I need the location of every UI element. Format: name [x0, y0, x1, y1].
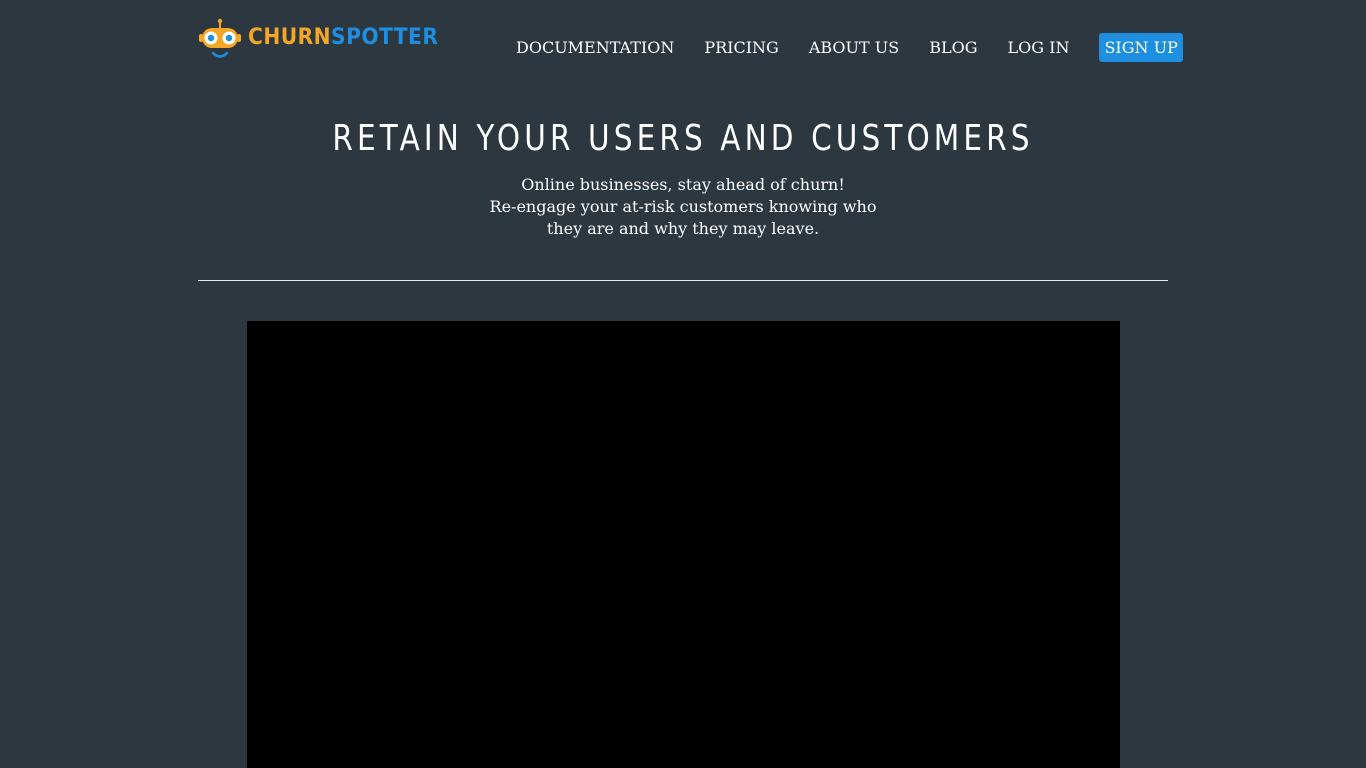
logo-wordmark: CHURNSPOTTER — [248, 25, 438, 50]
hero-subtitle-line: Online businesses, stay ahead of churn! — [521, 175, 845, 194]
sign-up-button[interactable]: SIGN UP — [1099, 33, 1183, 62]
hero-subtitle: Online businesses, stay ahead of churn! … — [0, 174, 1366, 240]
nav-documentation-link[interactable]: DOCUMENTATION — [516, 38, 674, 57]
nav-about-us-link[interactable]: ABOUT US — [809, 38, 899, 57]
section-divider — [198, 280, 1168, 281]
hero-subtitle-line: Re-engage your at-risk customers knowing… — [489, 197, 877, 216]
hero-subtitle-line: they are and why they may leave. — [546, 219, 820, 238]
main-nav: DOCUMENTATION PRICING ABOUT US BLOG LOG … — [500, 33, 1183, 62]
nav-log-in-link[interactable]: LOG IN — [1008, 38, 1070, 57]
nav-pricing-link[interactable]: PRICING — [704, 38, 778, 57]
robot-mascot-icon — [199, 18, 241, 58]
hero-title: RETAIN YOUR USERS AND CUSTOMERS — [332, 118, 1034, 159]
video-player[interactable] — [247, 321, 1120, 768]
logo[interactable]: CHURNSPOTTER — [198, 18, 455, 62]
nav-blog-link[interactable]: BLOG — [929, 38, 977, 57]
logo-wordmark-part-b: SPOTTER — [331, 24, 439, 50]
logo-wordmark-part-a: CHURN — [248, 24, 332, 50]
